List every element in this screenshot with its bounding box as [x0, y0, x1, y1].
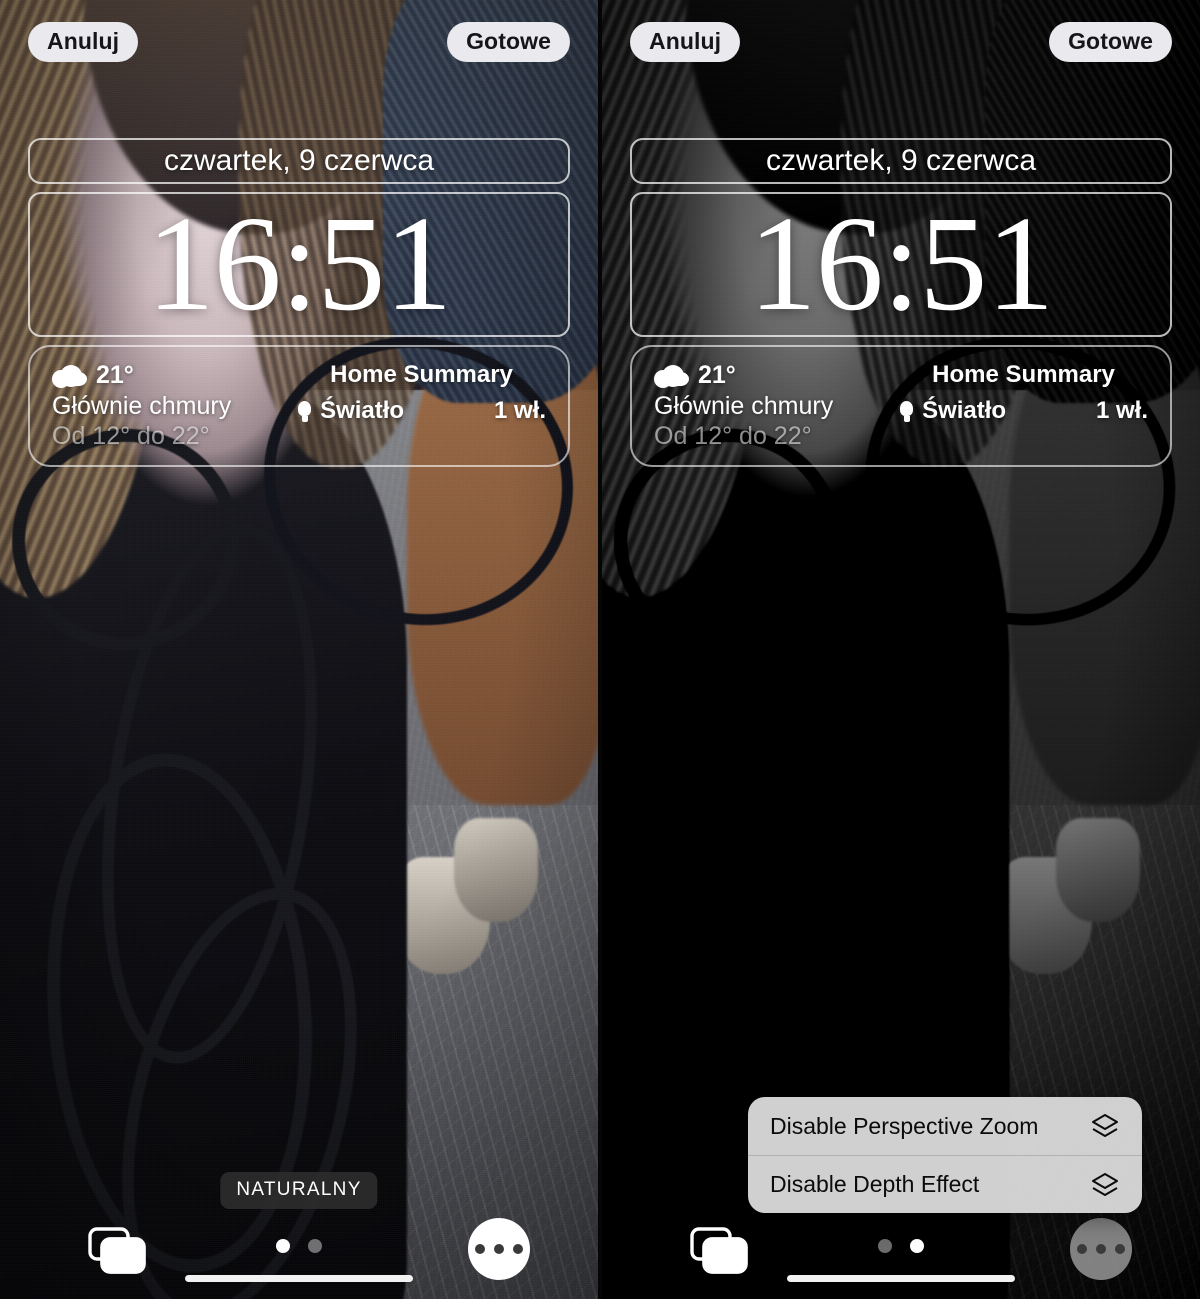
home-accessory-state: 1 wł. [1095, 397, 1148, 424]
lightbulb-icon [899, 400, 914, 422]
editor-bottombar [0, 1203, 598, 1299]
lockscreen-preview-color[interactable]: Anuluj Gotowe czwartek, 9 czerwca 16:51 … [0, 0, 598, 1299]
home-indicator [787, 1275, 1015, 1282]
more-options-button[interactable] [468, 1218, 530, 1280]
cloud-icon [52, 364, 87, 388]
home-widget-title: Home Summary [932, 361, 1115, 388]
lockscreen-widgets: czwartek, 9 czerwca 16:51 21° Głównie ch… [28, 138, 570, 467]
page-dot-1[interactable] [276, 1239, 290, 1253]
date-widget[interactable]: czwartek, 9 czerwca [630, 138, 1172, 184]
ellipsis-icon [494, 1244, 504, 1254]
weather-header: 21° [52, 361, 289, 390]
weather-widget[interactable]: 21° Głównie chmury Od 12° do 22° [52, 361, 289, 455]
weather-condition: Głównie chmury [52, 392, 232, 420]
weather-widget[interactable]: 21° Głównie chmury Od 12° do 22° [654, 361, 891, 455]
cancel-button[interactable]: Anuluj [28, 22, 139, 62]
done-button[interactable]: Gotowe [1049, 22, 1172, 62]
menu-item-label: Disable Depth Effect [770, 1171, 980, 1197]
widget-row[interactable]: 21° Głównie chmury Od 12° do 22° Home Su… [630, 345, 1172, 467]
home-accessory-row: Światło 1 wł. [297, 397, 546, 425]
page-dot-2[interactable] [910, 1239, 924, 1253]
page-dot-1[interactable] [878, 1239, 892, 1253]
date-text: czwartek, 9 czerwca [163, 144, 435, 177]
weather-range: Od 12° do 22° [654, 422, 812, 450]
home-indicator [185, 1275, 413, 1282]
home-accessory-state: 1 wł. [493, 397, 546, 424]
wallpaper-options-menu[interactable]: Disable Perspective Zoom Disable Depth E… [748, 1097, 1142, 1213]
weather-range: Od 12° do 22° [52, 422, 210, 450]
clock-text: 16:51 [146, 192, 453, 337]
weather-header: 21° [654, 361, 891, 390]
home-accessory-name: Światło [922, 397, 1007, 424]
weather-temperature: 21° [698, 361, 736, 389]
photo-stack-icon[interactable] [88, 1225, 146, 1275]
home-accessory-row: Światło 1 wł. [899, 397, 1148, 425]
layers-icon [1092, 1172, 1118, 1196]
page-dot-2[interactable] [308, 1239, 322, 1253]
menu-item-disable-depth-effect[interactable]: Disable Depth Effect [748, 1155, 1142, 1213]
clock-widget[interactable]: 16:51 [28, 192, 570, 337]
lockscreen-preview-bw[interactable]: Anuluj Gotowe czwartek, 9 czerwca 16:51 … [602, 0, 1200, 1299]
menu-item-disable-perspective-zoom[interactable]: Disable Perspective Zoom [748, 1097, 1142, 1155]
wallpaper-preview-comparison: Anuluj Gotowe czwartek, 9 czerwca 16:51 … [0, 0, 1200, 1299]
editor-topbar: Anuluj Gotowe [602, 22, 1200, 62]
ellipsis-icon [1115, 1244, 1125, 1254]
ellipsis-icon [1096, 1244, 1106, 1254]
date-widget[interactable]: czwartek, 9 czerwca [28, 138, 570, 184]
clock-widget[interactable]: 16:51 [630, 192, 1172, 337]
home-widget[interactable]: Home Summary Światło 1 wł. [289, 361, 546, 455]
date-text: czwartek, 9 czerwca [765, 144, 1037, 177]
page-indicator[interactable] [878, 1239, 924, 1253]
editor-bottombar [602, 1203, 1200, 1299]
clock-text: 16:51 [748, 192, 1055, 337]
photo-stack-icon[interactable] [690, 1225, 748, 1275]
home-widget[interactable]: Home Summary Światło 1 wł. [891, 361, 1148, 455]
ellipsis-icon [513, 1244, 523, 1254]
weather-condition: Głównie chmury [654, 392, 834, 420]
layers-icon [1092, 1114, 1118, 1137]
editor-topbar: Anuluj Gotowe [0, 22, 598, 62]
home-accessory-name: Światło [320, 397, 405, 424]
home-widget-title: Home Summary [330, 361, 513, 388]
ellipsis-icon [475, 1244, 485, 1254]
weather-temperature: 21° [96, 361, 134, 389]
ellipsis-icon [1077, 1244, 1087, 1254]
widget-row[interactable]: 21° Głównie chmury Od 12° do 22° Home Su… [28, 345, 570, 467]
lightbulb-icon [297, 400, 312, 422]
page-indicator[interactable] [276, 1239, 322, 1253]
menu-item-label: Disable Perspective Zoom [770, 1112, 1039, 1139]
cancel-button[interactable]: Anuluj [630, 22, 741, 62]
cloud-icon [654, 364, 689, 388]
lockscreen-widgets: czwartek, 9 czerwca 16:51 21° Głównie ch… [630, 138, 1172, 467]
more-options-button[interactable] [1070, 1218, 1132, 1280]
done-button[interactable]: Gotowe [447, 22, 570, 62]
